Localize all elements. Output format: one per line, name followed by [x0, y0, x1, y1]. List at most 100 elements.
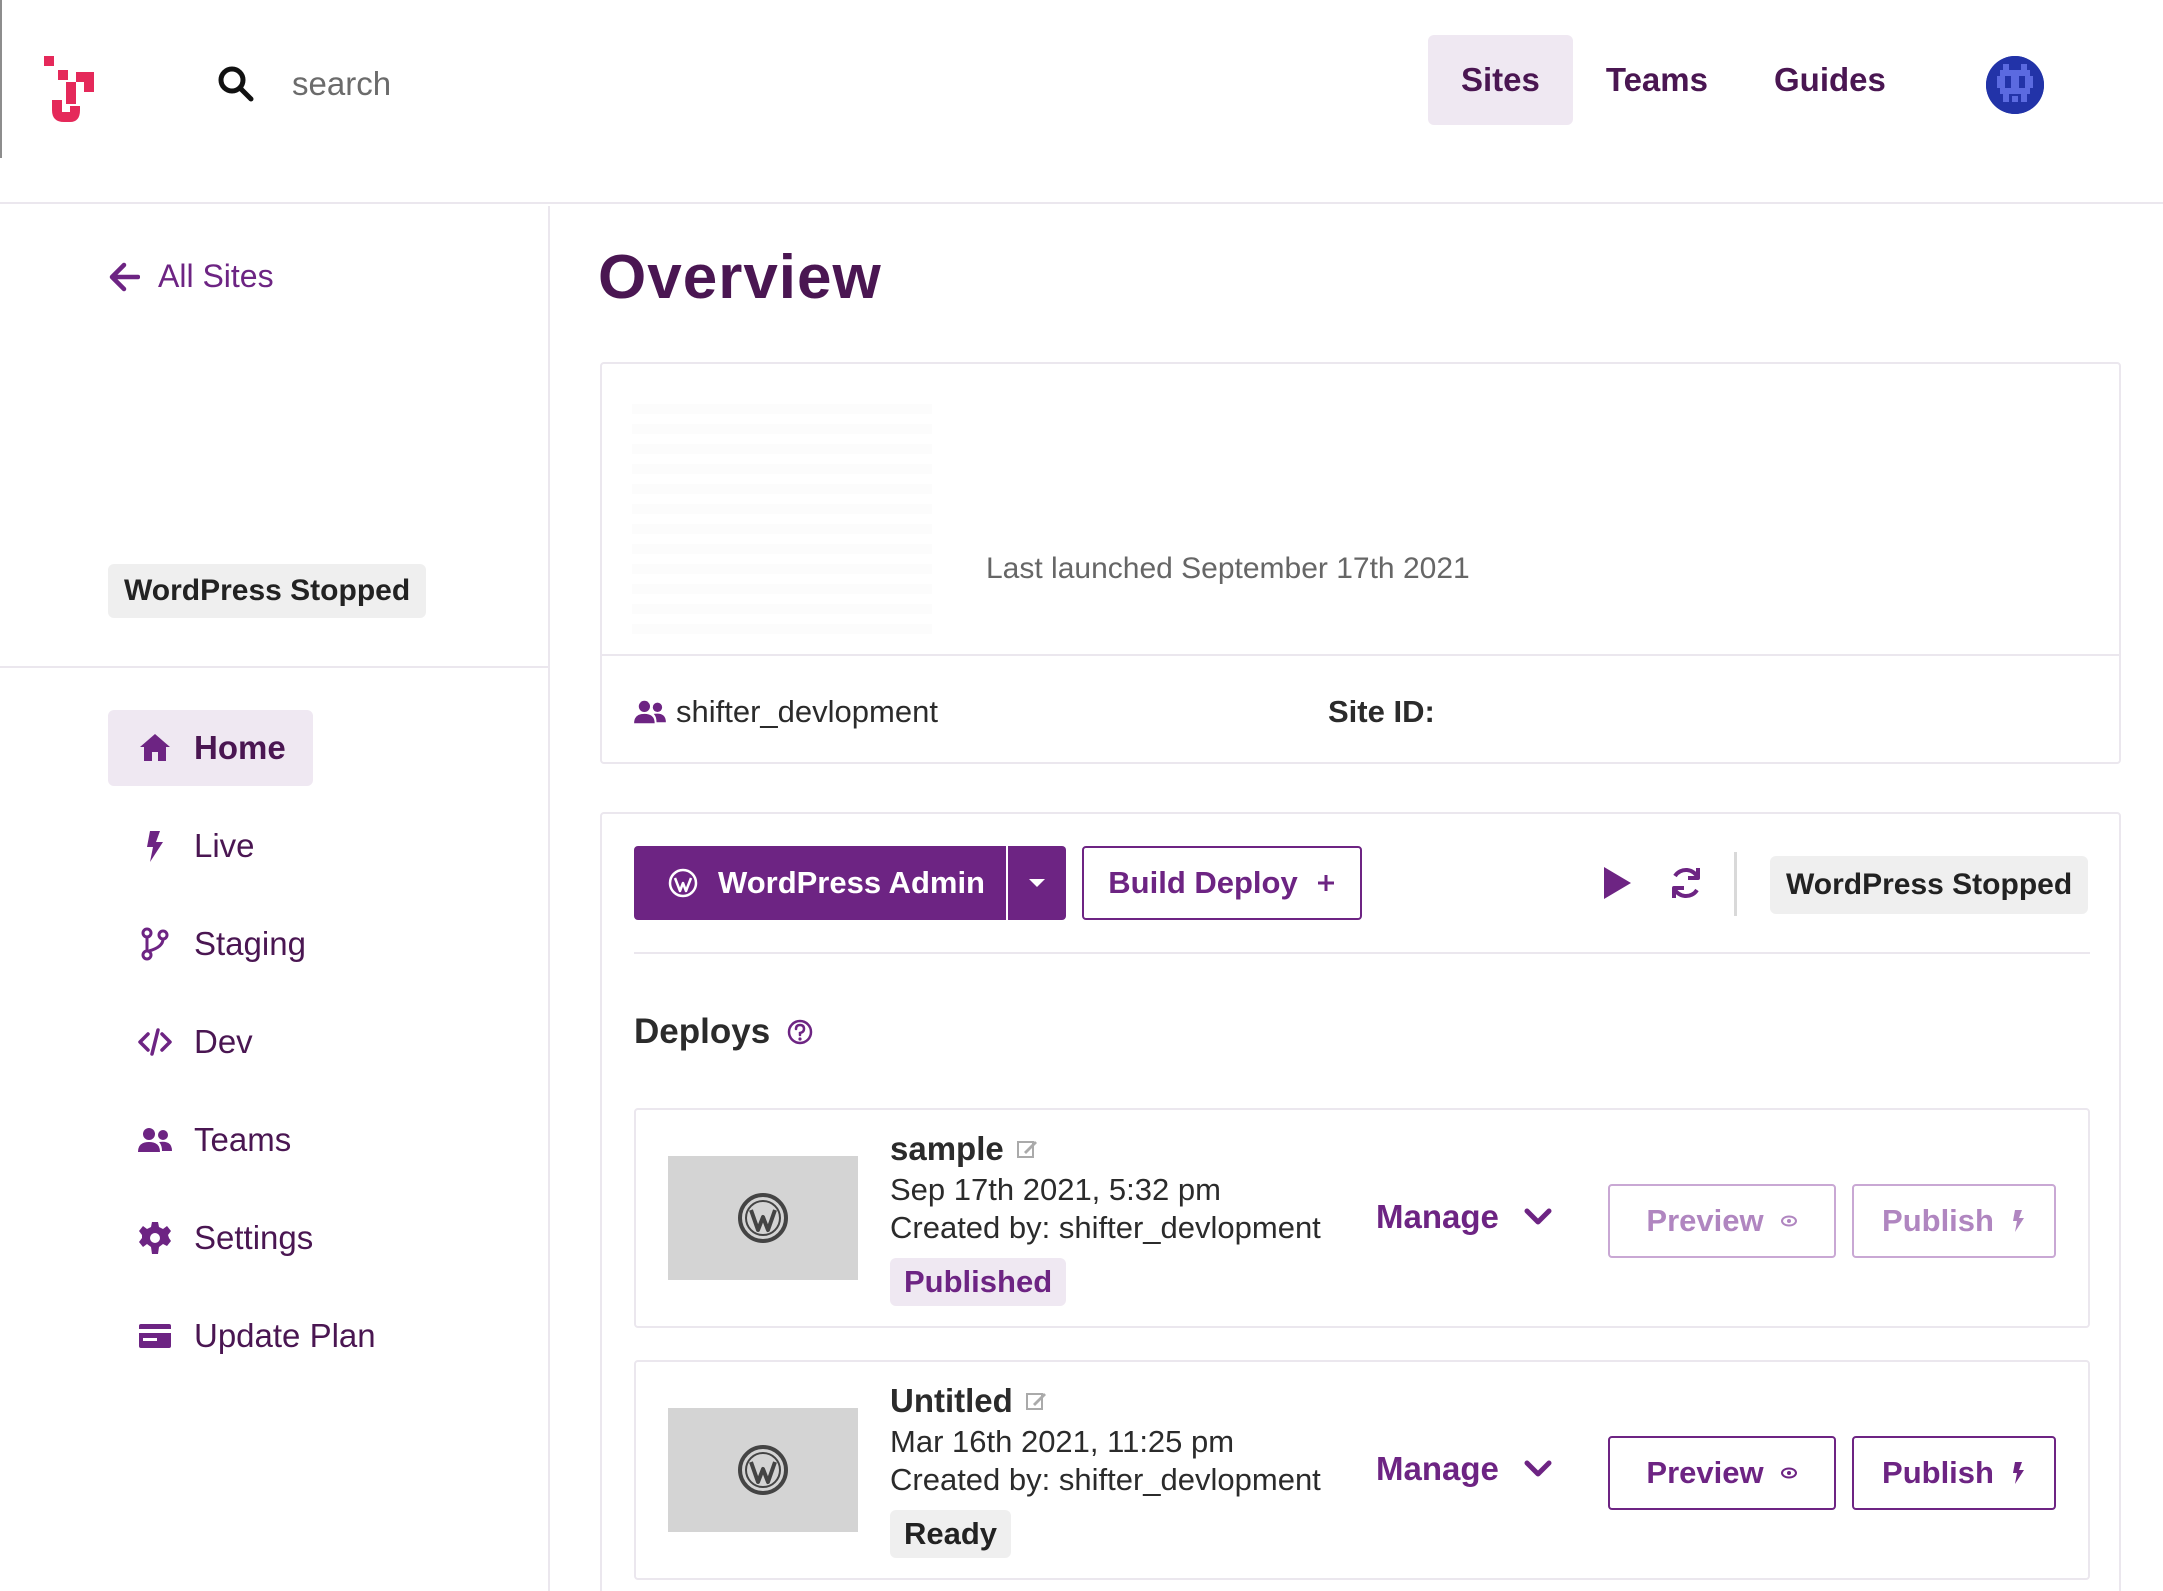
help-icon[interactable]: [786, 1018, 814, 1046]
all-sites-label: All Sites: [158, 258, 274, 294]
sidebar-item-teams[interactable]: Teams: [108, 1102, 528, 1178]
site-info-card: Last launched September 17th 2021 shifte…: [600, 362, 2121, 764]
manage-label: Manage: [1376, 1450, 1499, 1487]
deploy-thumbnail: [668, 1408, 858, 1532]
site-id-label: Site ID:: [1328, 694, 1435, 729]
preview-label: Preview: [1646, 1203, 1764, 1238]
sidebar-item-staging[interactable]: Staging: [108, 906, 528, 982]
top-bar: Sites Teams Guides: [0, 0, 2163, 204]
team-info: shifter_devlopment: [634, 694, 938, 730]
wordpress-admin-dropdown[interactable]: [1008, 846, 1066, 920]
bolt-icon: [2012, 1210, 2024, 1232]
deploy-name-text: Untitled: [890, 1382, 1013, 1419]
sidebar-item-home[interactable]: Home: [108, 710, 313, 786]
sidebar-nav: Home Live Staging Dev Teams Settings Upd…: [108, 710, 528, 1396]
toolbar-divider-line: [634, 952, 2090, 954]
top-nav: Sites Teams Guides: [1428, 35, 1919, 125]
deploys-heading: Deploys: [634, 1012, 814, 1052]
users-icon: [138, 1128, 172, 1152]
shifter-logo-icon[interactable]: [44, 56, 100, 124]
status-badge: WordPress Stopped: [108, 564, 427, 618]
sidebar: All Sites WordPress Stopped Home Live St…: [0, 206, 550, 1591]
chevron-down-icon: [1524, 1460, 1552, 1477]
eye-icon: [1780, 1467, 1797, 1479]
deploys-heading-text: Deploys: [634, 1012, 771, 1051]
avatar[interactable]: [1986, 56, 2044, 114]
deploy-item: Untitled Mar 16th 2021, 11:25 pm Created…: [634, 1360, 2090, 1580]
play-icon[interactable]: [1598, 864, 1634, 902]
edit-icon[interactable]: [1025, 1390, 1047, 1412]
deploy-date: Sep 17th 2021, 5:32 pm: [890, 1172, 1221, 1207]
wordpress-icon: [738, 1193, 788, 1243]
eye-icon: [1780, 1215, 1797, 1227]
toolbar-divider: [1734, 852, 1737, 916]
build-deploy-button[interactable]: Build Deploy: [1082, 846, 1362, 920]
users-icon: [634, 700, 666, 724]
sidebar-item-label: Update Plan: [194, 1317, 376, 1354]
top-nav-sites[interactable]: Sites: [1428, 35, 1573, 125]
wordpress-icon: [738, 1445, 788, 1495]
preview-label: Preview: [1646, 1455, 1764, 1490]
publish-label: Publish: [1882, 1203, 1994, 1238]
deploy-status-badge: Published: [890, 1258, 1067, 1306]
sidebar-item-label: Teams: [194, 1121, 292, 1158]
deploy-creator: Created by: shifter_devlopment: [890, 1210, 1321, 1245]
publish-button[interactable]: Publish: [1852, 1184, 2056, 1258]
deploy-name[interactable]: Untitled: [890, 1382, 1047, 1420]
window-edge: [0, 0, 2, 158]
site-thumbnail: [632, 394, 932, 634]
deploy-date: Mar 16th 2021, 11:25 pm: [890, 1424, 1235, 1459]
deploy-panel: WordPress Admin Build Deploy WordPress S…: [600, 812, 2121, 1591]
sidebar-divider: [0, 666, 548, 668]
code-icon: [138, 1028, 172, 1056]
manage-label: Manage: [1376, 1198, 1499, 1235]
home-icon: [140, 734, 170, 761]
site-toolbar: WordPress Admin Build Deploy WordPress S…: [634, 846, 2090, 920]
deploy-name[interactable]: sample: [890, 1130, 1038, 1168]
preview-button[interactable]: Preview: [1608, 1184, 1836, 1258]
chevron-down-icon: [1524, 1208, 1552, 1225]
plus-icon: [1317, 875, 1334, 891]
caret-down-icon: [1029, 879, 1045, 887]
deploy-thumbnail: [668, 1156, 858, 1280]
wordpress-admin-button[interactable]: WordPress Admin: [634, 846, 1006, 920]
search-input[interactable]: [292, 65, 692, 103]
branch-icon: [141, 927, 169, 961]
pixel-avatar-icon: [1986, 56, 2044, 114]
team-name: shifter_devlopment: [676, 694, 938, 729]
deploy-name-text: sample: [890, 1130, 1004, 1167]
card-divider: [602, 654, 2119, 656]
deploy-creator: Created by: shifter_devlopment: [890, 1462, 1321, 1497]
manage-dropdown[interactable]: Manage: [1376, 1450, 1553, 1488]
refresh-icon[interactable]: [1668, 864, 1704, 902]
top-nav-guides[interactable]: Guides: [1741, 35, 1919, 125]
sidebar-item-dev[interactable]: Dev: [108, 1004, 528, 1080]
deploy-status-badge: Ready: [890, 1510, 1012, 1558]
publish-button[interactable]: Publish: [1852, 1436, 2056, 1510]
search-bar[interactable]: [216, 64, 692, 104]
last-launched-text: Last launched September 17th 2021: [986, 552, 1470, 585]
sidebar-item-label: Staging: [194, 925, 306, 962]
build-deploy-label: Build Deploy: [1108, 865, 1298, 900]
sidebar-item-label: Live: [194, 827, 255, 864]
wordpress-admin-label: WordPress Admin: [718, 865, 985, 900]
sidebar-item-label: Dev: [194, 1023, 253, 1060]
page-title: Overview: [598, 243, 882, 312]
credit-card-icon: [139, 1324, 171, 1348]
sidebar-item-settings[interactable]: Settings: [108, 1200, 528, 1276]
sidebar-item-label: Settings: [194, 1219, 314, 1256]
wordpress-icon: [668, 868, 698, 898]
manage-dropdown[interactable]: Manage: [1376, 1198, 1553, 1236]
all-sites-link[interactable]: All Sites: [108, 258, 274, 295]
arrow-left-icon: [109, 262, 140, 291]
sidebar-item-update-plan[interactable]: Update Plan: [108, 1298, 528, 1374]
sidebar-item-live[interactable]: Live: [108, 808, 528, 884]
bolt-icon: [2012, 1462, 2024, 1484]
publish-label: Publish: [1882, 1455, 1994, 1490]
status-badge: WordPress Stopped: [1770, 856, 2089, 914]
deploy-item: sample Sep 17th 2021, 5:32 pm Created by…: [634, 1108, 2090, 1328]
top-nav-teams[interactable]: Teams: [1573, 35, 1741, 125]
preview-button[interactable]: Preview: [1608, 1436, 1836, 1510]
edit-icon[interactable]: [1016, 1138, 1038, 1160]
search-icon: [218, 66, 254, 102]
